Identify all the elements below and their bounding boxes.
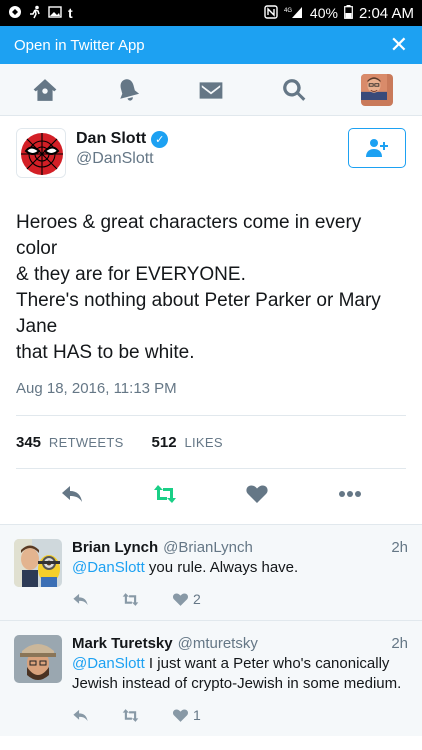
- retweet-button[interactable]: [135, 474, 195, 514]
- notifications-icon[interactable]: [98, 64, 158, 116]
- author-names: Dan Slott ✓ @DanSlott: [76, 128, 348, 168]
- main-tweet: Dan Slott ✓ @DanSlott Heroes & great cha…: [0, 116, 422, 519]
- tweet-author: Dan Slott ✓ @DanSlott: [16, 128, 406, 188]
- reply-icon: [73, 593, 88, 605]
- tweet-stats: 345 RETWEETS 512 LIKES: [16, 415, 406, 469]
- mention-link[interactable]: @DanSlott: [72, 655, 145, 672]
- avatar: [360, 73, 393, 106]
- reply-time: 2h: [391, 539, 408, 556]
- like-button[interactable]: 2: [172, 584, 222, 614]
- mirror-icon: [8, 5, 22, 21]
- reply-text: @DanSlott I just want a Peter who's cano…: [72, 654, 408, 694]
- clock: 2:04 AM: [358, 4, 414, 22]
- running-icon: [28, 5, 42, 21]
- like-button[interactable]: 1: [172, 700, 222, 730]
- reply-time: 2h: [391, 635, 408, 652]
- reply-body: Brian Lynch @BrianLynch 2h @DanSlott you…: [72, 539, 408, 620]
- heart-icon: [172, 708, 189, 722]
- more-dots-icon: [338, 491, 361, 497]
- heart-icon: [172, 592, 189, 606]
- mention-link[interactable]: @DanSlott: [72, 559, 145, 576]
- like-count: 2: [193, 591, 201, 607]
- tweet-text-line: Jane: [16, 316, 58, 337]
- tweet-text-line: that HAS to be white.: [16, 342, 195, 363]
- verified-badge-icon: ✓: [151, 130, 169, 148]
- tweet-text: Heroes & great characters come in every …: [16, 210, 406, 366]
- retweet-button[interactable]: [122, 700, 172, 730]
- status-bar: t 4G 40% 2:04 AM: [0, 0, 422, 26]
- home-icon[interactable]: [15, 64, 75, 116]
- search-icon[interactable]: [264, 64, 324, 116]
- reply-icon: [62, 486, 83, 502]
- tweet-text-line: color: [16, 238, 58, 259]
- battery-icon: [344, 5, 353, 21]
- battery-percent: 40%: [309, 5, 338, 21]
- likes-stat[interactable]: 512 LIKES: [152, 434, 223, 451]
- follow-button[interactable]: [348, 128, 406, 168]
- svg-text:4G: 4G: [284, 8, 292, 14]
- retweets-count: 345: [16, 433, 42, 451]
- tweet-text-line: & they are for EVERYONE.: [16, 264, 246, 285]
- avatar[interactable]: [14, 539, 62, 587]
- retweet-icon: [153, 485, 176, 503]
- reply-header: Mark Turetsky @mturetsky 2h: [72, 635, 408, 652]
- open-in-app-label[interactable]: Open in Twitter App: [14, 37, 145, 54]
- reply-author-handle[interactable]: @BrianLynch: [163, 539, 391, 556]
- reply-text-body: you rule. Always have.: [144, 559, 299, 576]
- reply-actions: 1: [72, 694, 408, 736]
- retweet-icon: [122, 592, 139, 606]
- reply-button[interactable]: [72, 700, 122, 730]
- reply-tweet[interactable]: Brian Lynch @BrianLynch 2h @DanSlott you…: [0, 525, 422, 621]
- avatar[interactable]: [14, 635, 62, 683]
- top-nav: [0, 64, 422, 116]
- author-name-row[interactable]: Dan Slott ✓: [76, 130, 348, 148]
- reply-button[interactable]: [42, 474, 102, 514]
- author-handle[interactable]: @DanSlott: [76, 150, 348, 168]
- nfc-icon: [264, 5, 278, 21]
- profile-avatar[interactable]: [347, 64, 407, 116]
- author-name[interactable]: Dan Slott: [76, 130, 146, 148]
- retweet-icon: [122, 708, 139, 722]
- heart-icon: [246, 485, 268, 503]
- reply-author-name[interactable]: Brian Lynch: [72, 539, 158, 556]
- tweet-text-line: Heroes & great characters come in every: [16, 212, 362, 233]
- spiderman-logo-icon: [17, 129, 65, 177]
- reply-tweet[interactable]: Mark Turetsky @mturetsky 2h @DanSlott I …: [0, 621, 422, 736]
- signal-icon: 4G: [284, 5, 304, 21]
- reply-author-name[interactable]: Mark Turetsky: [72, 635, 173, 652]
- tweet-text-line: There's nothing about Peter Parker or Ma…: [16, 290, 381, 311]
- like-button[interactable]: [227, 474, 287, 514]
- likes-label: LIKES: [184, 434, 223, 450]
- reply-author-handle[interactable]: @mturetsky: [178, 635, 392, 652]
- tweet-timestamp[interactable]: Aug 18, 2016, 11:13 PM: [16, 380, 406, 397]
- add-user-icon: [366, 139, 388, 157]
- like-count: 1: [193, 707, 201, 723]
- close-icon[interactable]: ✕: [390, 34, 408, 56]
- twitter-t-icon: t: [68, 5, 73, 21]
- image-icon: [48, 5, 62, 21]
- reply-header: Brian Lynch @BrianLynch 2h: [72, 539, 408, 556]
- reply-text: @DanSlott you rule. Always have.: [72, 558, 408, 578]
- reply-body: Mark Turetsky @mturetsky 2h @DanSlott I …: [72, 635, 408, 736]
- retweets-label: RETWEETS: [48, 434, 124, 450]
- status-left-icons: t: [8, 5, 73, 21]
- likes-count: 512: [151, 433, 177, 451]
- messages-icon[interactable]: [181, 64, 241, 116]
- retweets-stat[interactable]: 345 RETWEETS: [16, 434, 124, 451]
- reply-button[interactable]: [72, 584, 122, 614]
- reply-icon: [73, 709, 88, 721]
- more-button[interactable]: [320, 474, 380, 514]
- replies-list: Brian Lynch @BrianLynch 2h @DanSlott you…: [0, 524, 422, 736]
- open-in-app-banner[interactable]: Open in Twitter App ✕: [0, 26, 422, 64]
- retweet-button[interactable]: [122, 584, 172, 614]
- tweet-actions: [16, 469, 406, 519]
- status-right-icons: 4G 40% 2:04 AM: [264, 5, 414, 22]
- reply-actions: 2: [72, 578, 408, 620]
- avatar[interactable]: [16, 128, 66, 178]
